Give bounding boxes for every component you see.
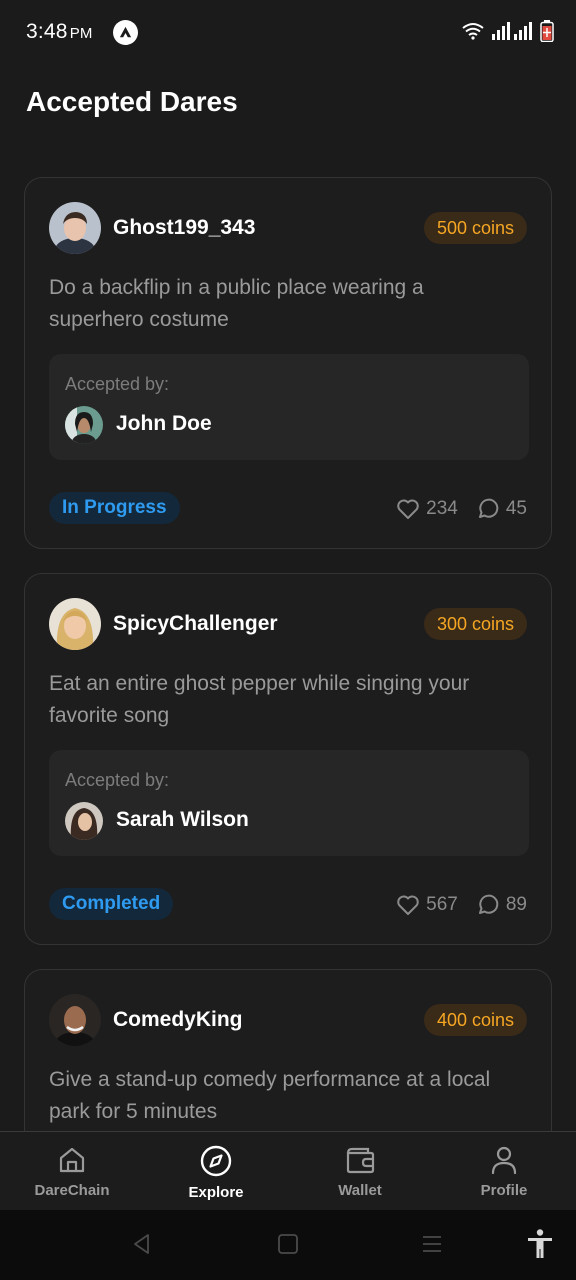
- nav-item-explore[interactable]: Explore: [144, 1144, 288, 1201]
- accepted-by-label: Accepted by:: [65, 374, 170, 394]
- bottom-nav: DareChain Explore Wallet Profile: [0, 1131, 576, 1210]
- heart-icon: [397, 499, 419, 519]
- like-button[interactable]: 234: [396, 498, 458, 520]
- user-icon: [491, 1146, 517, 1175]
- home-icon: [59, 1147, 85, 1173]
- status-time: 3:48 PM: [26, 20, 93, 44]
- app-notification-icon: [113, 20, 138, 45]
- signal-icon: [492, 22, 532, 40]
- dare-description: Give a stand-up comedy performance at a …: [49, 1068, 491, 1123]
- status-time-ampm: PM: [69, 25, 93, 42]
- compass-icon: [200, 1145, 232, 1177]
- username[interactable]: SpicyChallenger: [113, 612, 278, 636]
- nav-label: Explore: [188, 1184, 244, 1201]
- comment-count: 89: [505, 894, 527, 915]
- card-stats: 234 45: [396, 494, 527, 524]
- home-square-icon[interactable]: [277, 1232, 299, 1256]
- wallet-icon: [346, 1147, 375, 1174]
- status-bar: 3:48 PM: [0, 0, 576, 66]
- accepted-by-box: Accepted by: John Doe: [49, 354, 529, 460]
- status-time-value: 3:48: [26, 20, 68, 43]
- card-header: Ghost199_343 500 coins: [49, 202, 527, 254]
- username[interactable]: ComedyKing: [113, 1008, 243, 1032]
- like-button[interactable]: 567: [396, 894, 458, 916]
- comment-icon: [478, 894, 499, 914]
- avatar[interactable]: [49, 994, 101, 1046]
- nav-label: DareChain: [34, 1182, 110, 1199]
- dare-description: Do a backflip in a public place wearing …: [49, 276, 424, 331]
- nav-item-wallet[interactable]: Wallet: [288, 1144, 432, 1199]
- coins-badge: 300 coins: [423, 608, 527, 640]
- accepted-by-name[interactable]: Sarah Wilson: [116, 808, 249, 832]
- nav-item-profile[interactable]: Profile: [432, 1144, 576, 1199]
- comment-button[interactable]: 89: [476, 893, 527, 917]
- avatar[interactable]: [49, 202, 101, 254]
- coins-badge: 500 coins: [423, 212, 527, 244]
- coins-badge: 400 coins: [423, 1004, 527, 1036]
- dares-feed[interactable]: Ghost199_343 500 coins Do a backflip in …: [24, 177, 552, 1131]
- username[interactable]: Ghost199_343: [113, 216, 255, 240]
- nav-item-darechain[interactable]: DareChain: [0, 1144, 144, 1199]
- avatar[interactable]: [49, 598, 101, 650]
- dare-card[interactable]: Ghost199_343 500 coins Do a backflip in …: [24, 177, 552, 549]
- accepted-by-box: Accepted by: Sarah Wilson: [49, 750, 529, 856]
- dare-description: Eat an entire ghost pepper while singing…: [49, 672, 470, 727]
- page-title: Accepted Dares: [26, 86, 238, 117]
- battery-icon: [540, 20, 554, 42]
- accessibility-icon[interactable]: [526, 1228, 554, 1260]
- wifi-icon: [462, 23, 484, 40]
- status-indicators: [462, 20, 554, 42]
- back-icon[interactable]: [130, 1232, 154, 1256]
- card-header: SpicyChallenger 300 coins: [49, 598, 527, 650]
- like-count: 567: [426, 894, 458, 915]
- system-nav-bar: [0, 1210, 576, 1280]
- comment-count: 45: [505, 498, 527, 519]
- avatar[interactable]: [65, 406, 103, 444]
- menu-icon[interactable]: [421, 1232, 443, 1256]
- nav-label: Profile: [480, 1182, 528, 1199]
- heart-icon: [397, 895, 419, 915]
- nav-label: Wallet: [338, 1182, 382, 1199]
- dare-card[interactable]: SpicyChallenger 300 coins Eat an entire …: [24, 573, 552, 945]
- avatar[interactable]: [65, 802, 103, 840]
- dare-card[interactable]: ComedyKing 400 coins Give a stand-up com…: [24, 969, 552, 1131]
- comment-button[interactable]: 45: [476, 497, 527, 521]
- card-stats: 567 89: [396, 890, 527, 920]
- status-badge: In Progress: [49, 492, 180, 524]
- accepted-by-name[interactable]: John Doe: [116, 412, 212, 436]
- accepted-by-label: Accepted by:: [65, 770, 170, 790]
- status-badge: Completed: [49, 888, 174, 920]
- comment-icon: [478, 498, 499, 518]
- like-count: 234: [426, 498, 458, 519]
- card-header: ComedyKing 400 coins: [49, 994, 527, 1046]
